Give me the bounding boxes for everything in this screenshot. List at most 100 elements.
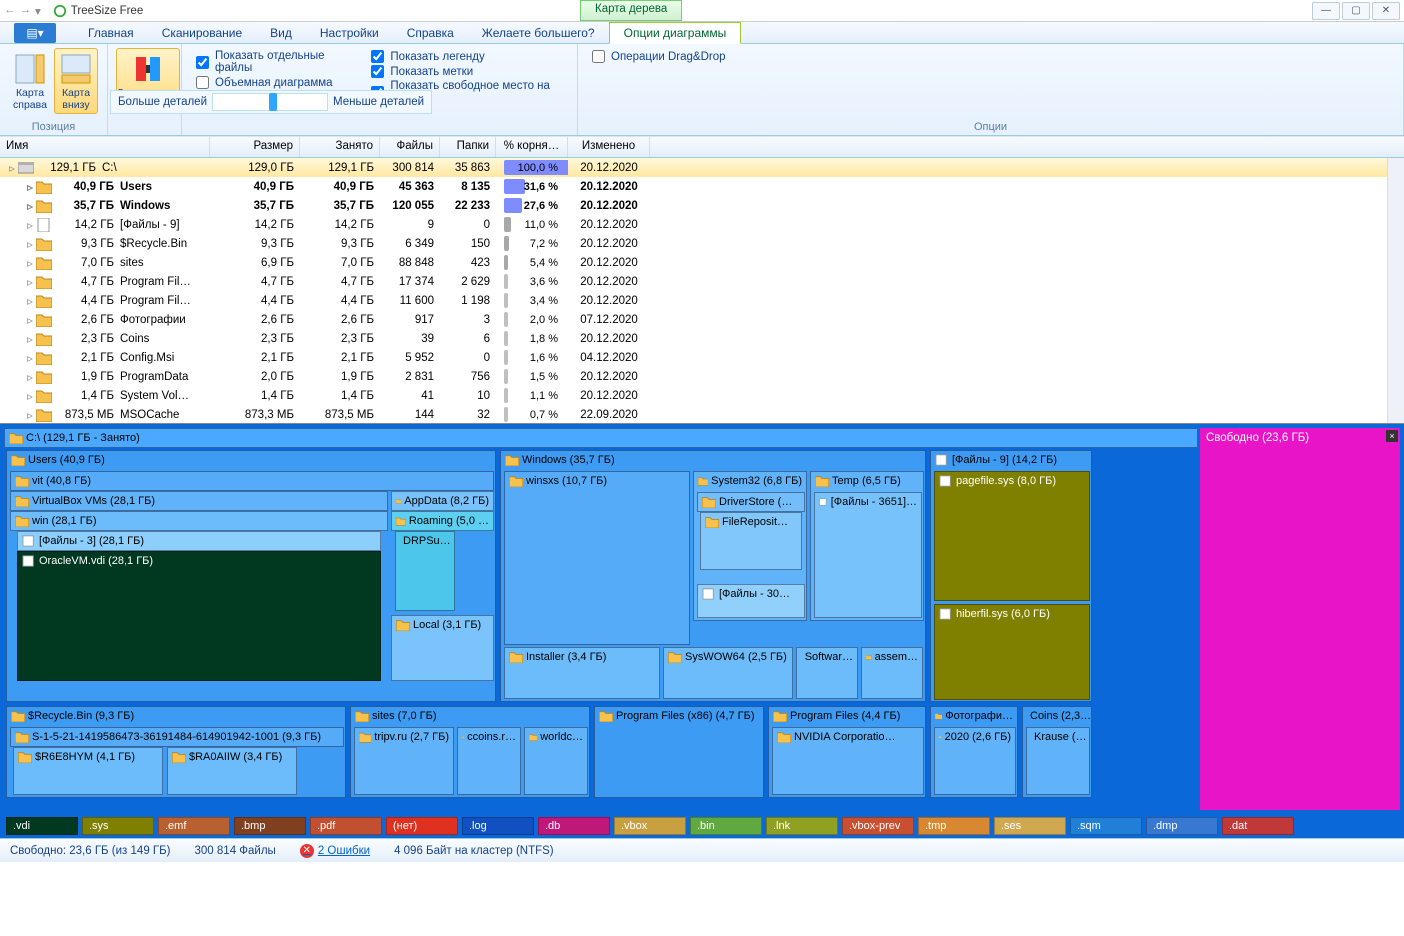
tm-ccoins[interactable]: ccoins.r… [467, 731, 516, 743]
tm-syswow64[interactable]: SysWOW64 (2,5 ГБ) [685, 651, 787, 663]
expander-icon[interactable]: ▹ [24, 351, 36, 365]
expander-icon[interactable]: ▹ [24, 313, 36, 327]
tree-row[interactable]: ▹2,1 ГБConfig.Msi2,1 ГБ2,1 ГБ5 95201,6 %… [0, 348, 1404, 367]
expander-icon[interactable]: ▹ [24, 218, 36, 232]
slider-thumb[interactable] [269, 93, 277, 111]
menu-item-5[interactable]: Желаете большего? [468, 23, 609, 43]
tm-local[interactable]: Local (3,1 ГБ) [413, 619, 481, 631]
menu-item-2[interactable]: Вид [256, 23, 306, 43]
tm-tripv[interactable]: tripv.ru (2,7 ГБ) [374, 731, 449, 743]
menu-item-3[interactable]: Настройки [306, 23, 393, 43]
tree-row[interactable]: ▹4,7 ГБProgram Fil…4,7 ГБ4,7 ГБ17 3742 6… [0, 272, 1404, 291]
check-right-1[interactable]: Показать метки [371, 65, 569, 78]
close-button[interactable]: ✕ [1372, 2, 1400, 20]
expander-icon[interactable]: ▹ [24, 199, 36, 213]
check-dragdrop[interactable]: Операции Drag&Drop [592, 50, 1395, 63]
file-menu-button[interactable]: ▤▾ [14, 23, 56, 43]
tm-sr6[interactable]: $R6E8HYM (4,1 ГБ) [35, 751, 135, 763]
ext-chip[interactable]: .vdi [6, 817, 78, 835]
col-header-name[interactable]: Имя [0, 137, 210, 157]
tm-softwar[interactable]: Softwar… [805, 651, 853, 663]
menu-item-1[interactable]: Сканирование [148, 23, 256, 43]
expander-icon[interactable]: ▹ [24, 332, 36, 346]
ext-chip[interactable]: .dmp [1146, 817, 1218, 835]
tree-row[interactable]: ▹1,9 ГБProgramData2,0 ГБ1,9 ГБ2 8317561,… [0, 367, 1404, 386]
tree-row[interactable]: ▹14,2 ГБ[Файлы - 9]14,2 ГБ14,2 ГБ9011,0 … [0, 215, 1404, 234]
tm-appdata[interactable]: AppData (8,2 ГБ) [404, 495, 489, 507]
ext-chip[interactable]: .lnk [766, 817, 838, 835]
checkbox[interactable] [371, 65, 384, 78]
ext-chip[interactable]: .log [462, 817, 534, 835]
context-tab-treemap[interactable]: Карта дерева [580, 0, 682, 21]
col-header-size[interactable]: Размер [210, 137, 300, 157]
tm-drpsu[interactable]: DRPSu… [403, 535, 451, 547]
expander-icon[interactable]: ▹ [24, 408, 36, 422]
tm-winsxs[interactable]: winsxs (10,7 ГБ) [526, 475, 607, 487]
expander-icon[interactable]: ▹ [24, 275, 36, 289]
ext-chip[interactable]: .vbox [614, 817, 686, 835]
tree-row[interactable]: ▹40,9 ГБUsers40,9 ГБ40,9 ГБ45 3638 13531… [0, 177, 1404, 196]
tm-roaming[interactable]: Roaming (5,0 … [409, 515, 489, 527]
tm-vboxvms[interactable]: VirtualBox VMs (28,1 ГБ) [32, 495, 155, 507]
tm-pf[interactable]: Program Files (4,4 ГБ) [790, 710, 900, 722]
map-below-button[interactable]: Картавнизу [54, 48, 98, 114]
tm-temp[interactable]: Temp (6,5 ГБ) [832, 475, 901, 487]
tree-row[interactable]: ▹7,0 ГБsites6,9 ГБ7,0 ГБ88 8484235,4 %20… [0, 253, 1404, 272]
treemap-root-label[interactable]: C:\ (129,1 ГБ - Занято) [26, 432, 140, 444]
ext-chip[interactable]: .dat [1222, 817, 1294, 835]
tm-hiberfil[interactable]: hiberfil.sys (6,0 ГБ) [956, 608, 1050, 620]
tm-recycle[interactable]: $Recycle.Bin (9,3 ГБ) [28, 710, 134, 722]
tm-sites[interactable]: sites (7,0 ГБ) [372, 710, 437, 722]
minimize-button[interactable]: — [1312, 2, 1340, 20]
tm-nvidia[interactable]: NVIDIA Corporatio… [794, 731, 895, 743]
ext-chip[interactable]: .pdf [310, 817, 382, 835]
tree-row[interactable]: ▹9,3 ГБ$Recycle.Bin9,3 ГБ9,3 ГБ6 3491507… [0, 234, 1404, 253]
expander-icon[interactable]: ▹ [24, 389, 36, 403]
tm-worldc[interactable]: worldc… [540, 731, 583, 743]
ext-chip[interactable]: (нет) [386, 817, 458, 835]
expander-icon[interactable]: ▹ [24, 256, 36, 270]
check-right-0[interactable]: Показать легенду [371, 50, 569, 63]
checkbox-dragdrop[interactable] [592, 50, 605, 63]
col-header-date[interactable]: Изменено [568, 137, 650, 157]
tree-row[interactable]: ▹2,6 ГБФотографии2,6 ГБ2,6 ГБ91732,0 %07… [0, 310, 1404, 329]
tm-pagefile[interactable]: pagefile.sys (8,0 ГБ) [956, 475, 1056, 487]
nav-forward-icon[interactable]: → [20, 4, 32, 18]
tm-driverstore[interactable]: DriverStore (… [719, 496, 792, 508]
tree-row[interactable]: ▹2,3 ГБCoins2,3 ГБ2,3 ГБ3961,8 %20.12.20… [0, 329, 1404, 348]
tm-win[interactable]: win (28,1 ГБ) [32, 515, 97, 527]
checkbox[interactable] [196, 56, 209, 69]
tm-users[interactable]: Users (40,9 ГБ) [28, 454, 105, 466]
ext-chip[interactable]: .sys [82, 817, 154, 835]
col-header-files[interactable]: Файлы [380, 137, 440, 157]
detail-slider[interactable] [212, 93, 328, 111]
expander-icon[interactable]: ▹ [24, 294, 36, 308]
tree-row[interactable]: ▹129,1 ГБC:\129,0 ГБ129,1 ГБ300 81435 86… [0, 158, 1404, 177]
tm-photos[interactable]: Фотографи… [945, 710, 1013, 722]
expander-icon[interactable]: ▹ [24, 237, 36, 251]
check-left-0[interactable]: Показать отдельные файлы [196, 50, 353, 74]
tm-windows[interactable]: Windows (35,7 ГБ) [522, 454, 615, 466]
status-errors-link[interactable]: ✕2 Ошибки [300, 844, 370, 858]
expander-icon[interactable]: ▹ [6, 161, 18, 175]
tm-coins[interactable]: Coins (2,3… [1030, 710, 1091, 722]
tm-installer[interactable]: Installer (3,4 ГБ) [526, 651, 606, 663]
menu-item-6[interactable]: Опции диаграммы [609, 22, 742, 44]
tm-filerepo[interactable]: FileReposit… [722, 516, 788, 528]
ext-chip[interactable]: .emf [158, 817, 230, 835]
ext-chip[interactable]: .vbox-prev [842, 817, 914, 835]
tree-row[interactable]: ▹1,4 ГБSystem Vol…1,4 ГБ1,4 ГБ41101,1 %2… [0, 386, 1404, 405]
ext-chip[interactable]: .ses [994, 817, 1066, 835]
tree-row[interactable]: ▹4,4 ГБProgram Fil…4,4 ГБ4,4 ГБ11 6001 1… [0, 291, 1404, 310]
tm-y2020[interactable]: 2020 (2,6 ГБ) [945, 731, 1011, 743]
nav-back-icon[interactable]: ← [4, 4, 16, 18]
tm-sra0[interactable]: $RA0AIIW (3,4 ГБ) [189, 751, 282, 763]
close-free-panel-icon[interactable]: × [1386, 430, 1398, 442]
tm-oraclevm[interactable]: OracleVM.vdi (28,1 ГБ) [39, 555, 153, 567]
maximize-button[interactable]: ▢ [1342, 2, 1370, 20]
tree-row[interactable]: ▹873,5 МБMSOCache873,3 МБ873,5 МБ144320,… [0, 405, 1404, 424]
tm-assem[interactable]: assem… [875, 651, 918, 663]
tm-pf86[interactable]: Program Files (x86) (4,7 ГБ) [616, 710, 754, 722]
menu-item-0[interactable]: Главная [74, 23, 148, 43]
expander-icon[interactable]: ▹ [24, 180, 36, 194]
